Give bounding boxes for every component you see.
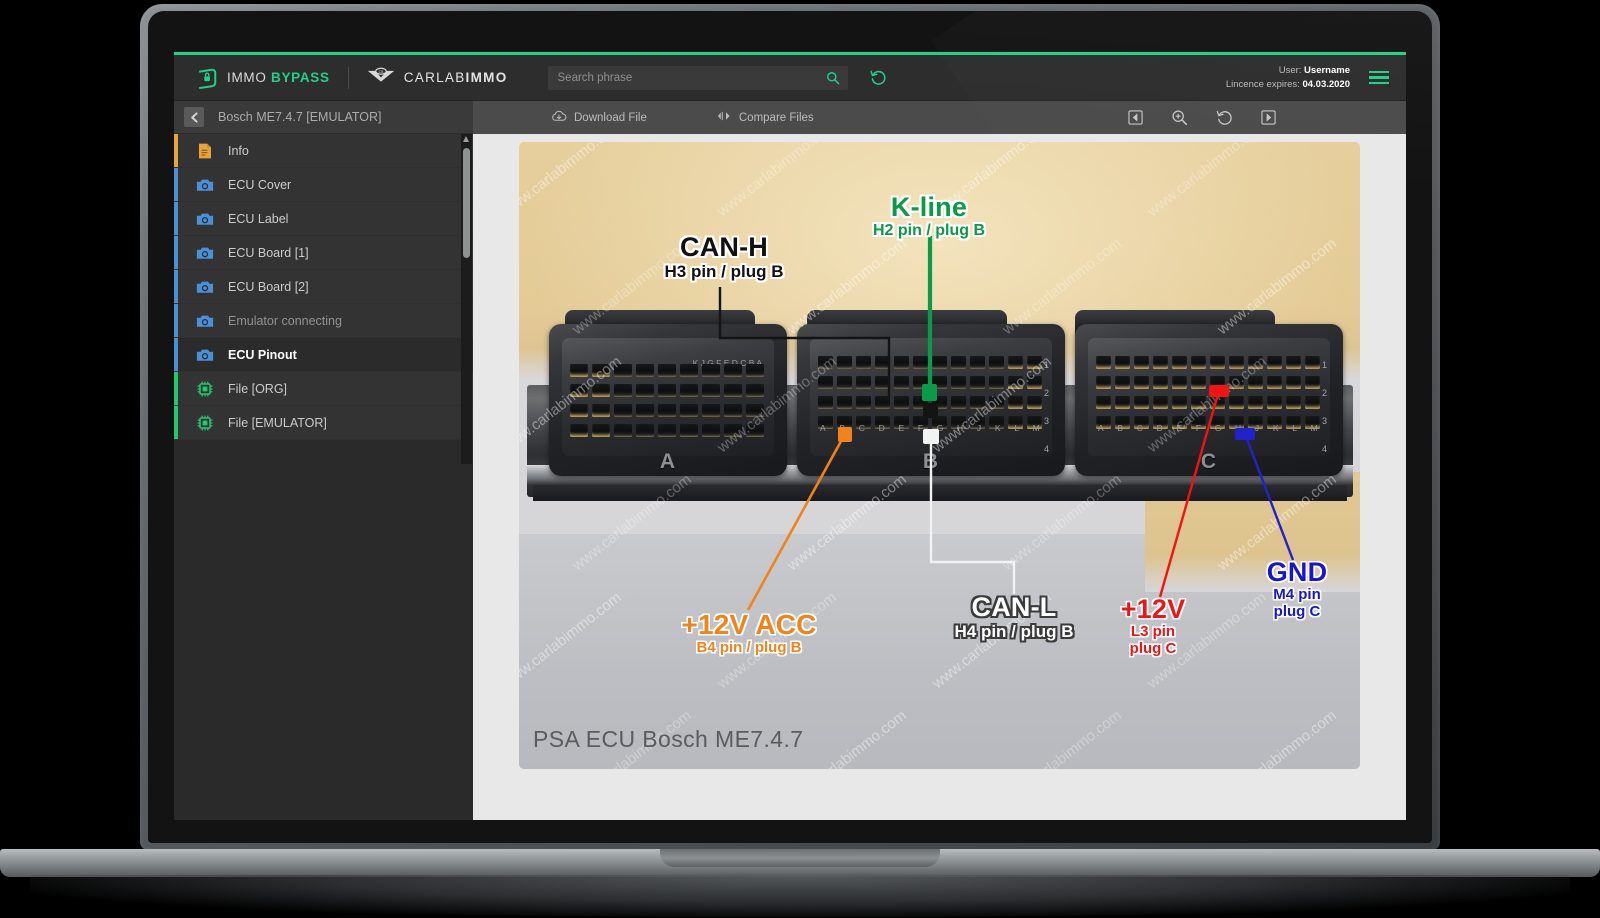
sidebar-item-accent: [174, 338, 178, 371]
annotation-12v: +12V L3 pin plug C: [1120, 594, 1186, 658]
ecu-pinout-photo[interactable]: K J G F E D C B A A A C D E F G H J K L …: [519, 142, 1360, 769]
marker-k-line: [922, 384, 937, 401]
laptop-base-notch: [660, 849, 940, 867]
immo-bypass-brand[interactable]: IMMO BYPASS: [196, 67, 330, 89]
sidebar-item-label: Info: [228, 143, 249, 158]
licence-line: Lincence expires: 04.03.2020: [1225, 78, 1350, 90]
sidebar-item-ecu-board-1[interactable]: ECU Board [1]: [174, 236, 473, 270]
search-input[interactable]: [547, 65, 848, 90]
camera-icon: [196, 176, 214, 194]
sidebar-item-accent: [174, 134, 178, 167]
download-file-label: Download File: [574, 111, 647, 124]
sidebar-item-label: Emulator connecting: [228, 313, 342, 328]
cloud-download-icon: [551, 110, 567, 126]
camera-icon: [196, 244, 214, 262]
content-area: Download File Compare Files K J G F E D …: [473, 101, 1406, 820]
sidebar-item-list: Info ECU Cover ECU Label ECU Board [1] ECU B…: [174, 134, 473, 440]
body-split: Bosch ME7.4.7 [EMULATOR] Info ECU Cover EC…: [174, 101, 1406, 820]
history-icon[interactable]: [869, 69, 887, 86]
sidebar-item-ecu-pinout[interactable]: ECU Pinout: [174, 338, 473, 372]
marker-12v-acc: [838, 427, 852, 442]
sidebar-item-label: ECU Board [2]: [228, 279, 309, 294]
annotation-gnd: GND M4 pin plug C: [1266, 557, 1328, 621]
viewer-toolbar: Download File Compare Files: [473, 101, 1406, 134]
sidebar-item-emulator-connecting[interactable]: Emulator connecting: [174, 304, 473, 338]
user-line: User: Username: [1278, 64, 1350, 76]
sidebar-item-label: ECU Cover: [228, 177, 292, 192]
immo-bypass-logo-icon: [196, 67, 218, 89]
sidebar-item-accent: [174, 202, 178, 235]
sidebar-item-accent: [174, 236, 178, 269]
camera-icon: [196, 312, 214, 330]
laptop-screen: IMMO BYPASS CB CARLABIMMO Search phrase …: [174, 52, 1406, 820]
sidebar-item-file-org[interactable]: File [ORG]: [174, 372, 473, 406]
compare-files-button[interactable]: Compare Files: [717, 110, 814, 125]
sidebar-item-accent: [174, 270, 178, 303]
carlabimmo-label: CARLABIMMO: [403, 70, 508, 85]
sidebar-item-ecu-board-2[interactable]: ECU Board [2]: [174, 270, 473, 304]
screenshot-stage: IMMO BYPASS CB CARLABIMMO Search phrase …: [0, 0, 1600, 918]
immo-bypass-label: IMMO BYPASS: [227, 70, 330, 85]
hamburger-icon[interactable]: [1366, 68, 1392, 88]
sidebar-item-label: File [ORG]: [228, 381, 288, 396]
compare-files-label: Compare Files: [738, 111, 814, 124]
sidebar-header: Bosch ME7.4.7 [EMULATOR]: [174, 101, 473, 134]
header-right: User: Username Lincence expires: 04.03.2…: [1226, 64, 1392, 92]
marker-12v: [1209, 385, 1229, 397]
sidebar-item-accent: [174, 168, 178, 201]
step-right-icon[interactable]: [1261, 110, 1276, 125]
marker-can-h: [923, 403, 938, 418]
sidebar-item-ecu-cover[interactable]: ECU Cover: [174, 168, 473, 202]
annotation-can-l: CAN-L H4 pin / plug B: [954, 592, 1074, 642]
viewer-tools: [1128, 109, 1276, 126]
sidebar-item-label: ECU Label: [228, 211, 289, 226]
svg-text:CB: CB: [378, 70, 383, 74]
back-button[interactable]: [184, 107, 204, 127]
chip-icon: [196, 380, 214, 398]
sidebar-item-label: ECU Board [1]: [228, 245, 309, 260]
licence-info: User: Username Lincence expires: 04.03.2…: [1226, 64, 1350, 92]
rotate-left-icon[interactable]: [1216, 109, 1233, 126]
marker-gnd: [1235, 428, 1255, 440]
sidebar-item-info[interactable]: Info: [174, 134, 473, 168]
image-viewer: K J G F E D C B A A A C D E F G H J K L …: [473, 134, 1406, 820]
sidebar-item-file-emulator[interactable]: File [EMULATOR]: [174, 406, 473, 440]
sidebar-item-label: ECU Pinout: [228, 347, 297, 362]
document-icon: [196, 142, 214, 160]
app-header: IMMO BYPASS CB CARLABIMMO Search phrase …: [174, 55, 1406, 101]
header-divider: [347, 66, 349, 89]
sidebar-scrollbar[interactable]: [461, 134, 472, 464]
carlabimmo-wing-icon: CB: [367, 67, 395, 88]
sidebar-item-label: File [EMULATOR]: [228, 415, 327, 430]
scrollbar-thumb[interactable]: [463, 148, 470, 258]
marker-can-l: [923, 429, 939, 444]
chip-icon: [196, 414, 214, 432]
compare-icon: [717, 110, 732, 125]
step-left-icon[interactable]: [1128, 110, 1143, 125]
annotation-k-line: K-line H2 pin / plug B: [873, 192, 985, 240]
sidebar-item-accent: [174, 406, 178, 439]
sidebar: Bosch ME7.4.7 [EMULATOR] Info ECU Cover EC…: [174, 101, 473, 820]
carlabimmo-brand[interactable]: CB CARLABIMMO: [367, 67, 508, 88]
laptop-base-shadow: [30, 875, 1570, 917]
photo-caption: PSA ECU Bosch ME7.4.7: [533, 726, 804, 752]
annotation-can-h: CAN-H H3 pin / plug B: [664, 232, 784, 282]
annotation-12v-acc: +12V ACC B4 pin / plug B: [681, 609, 817, 657]
search-icon[interactable]: [826, 71, 840, 90]
download-file-button[interactable]: Download File: [551, 110, 647, 126]
camera-icon: [196, 210, 214, 228]
sidebar-title: Bosch ME7.4.7 [EMULATOR]: [218, 110, 382, 124]
sidebar-item-accent: [174, 372, 178, 405]
search-container: [547, 65, 848, 90]
scroll-up-arrow-icon[interactable]: [463, 136, 469, 142]
zoom-in-icon[interactable]: [1171, 109, 1188, 126]
sidebar-item-ecu-label[interactable]: ECU Label: [174, 202, 473, 236]
sidebar-item-accent: [174, 304, 178, 337]
camera-icon: [196, 346, 214, 364]
camera-icon: [196, 278, 214, 296]
